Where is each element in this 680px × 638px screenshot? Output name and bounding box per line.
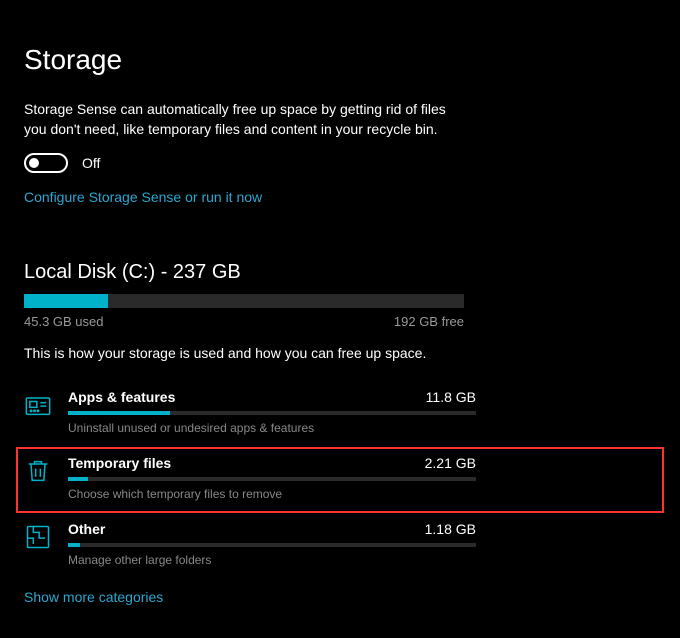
category-bar-fill [68, 543, 80, 547]
category-top-row: Apps & features 11.8 GB [68, 389, 476, 405]
category-other[interactable]: Other 1.18 GB Manage other large folders [24, 513, 656, 579]
local-disk-header: Local Disk (C:) - 237 GB [24, 261, 656, 284]
toggle-knob [29, 158, 39, 168]
category-bar [68, 543, 476, 547]
toggle-state-label: Off [82, 155, 100, 171]
category-bar-fill [68, 477, 88, 481]
category-size: 2.21 GB [425, 455, 476, 471]
category-bar-fill [68, 411, 170, 415]
other-icon [24, 523, 52, 551]
temp-icon [24, 457, 52, 485]
category-bar [68, 411, 476, 415]
category-top-row: Other 1.18 GB [68, 521, 476, 537]
storage-sense-toggle-row: Off [24, 153, 656, 173]
category-body: Other 1.18 GB Manage other large folders [68, 521, 476, 567]
disk-usage-labels: 45.3 GB used 192 GB free [24, 314, 464, 329]
category-bar [68, 477, 476, 481]
storage-sense-toggle[interactable] [24, 153, 68, 173]
apps-icon [24, 391, 52, 419]
category-name: Apps & features [68, 389, 175, 405]
category-hint: Uninstall unused or undesired apps & fea… [68, 421, 476, 435]
page-title: Storage [24, 44, 656, 76]
category-name: Other [68, 521, 105, 537]
category-hint: Choose which temporary files to remove [68, 487, 476, 501]
show-more-categories-link[interactable]: Show more categories [24, 589, 163, 605]
disk-usage-bar [24, 294, 464, 308]
configure-storage-sense-link[interactable]: Configure Storage Sense or run it now [24, 189, 262, 205]
category-name: Temporary files [68, 455, 171, 471]
category-apps[interactable]: Apps & features 11.8 GB Uninstall unused o… [24, 381, 656, 447]
disk-usage-bar-fill [24, 294, 108, 308]
category-body: Temporary files 2.21 GB Choose which tempo… [68, 455, 476, 501]
category-temp[interactable]: Temporary files 2.21 GB Choose which tempo… [16, 447, 664, 513]
category-size: 1.18 GB [425, 521, 476, 537]
category-size: 11.8 GB [426, 389, 476, 405]
usage-subtext: This is how your storage is used and how… [24, 345, 656, 361]
disk-used-label: 45.3 GB used [24, 314, 104, 329]
category-top-row: Temporary files 2.21 GB [68, 455, 476, 471]
category-body: Apps & features 11.8 GB Uninstall unused o… [68, 389, 476, 435]
disk-free-label: 192 GB free [394, 314, 464, 329]
storage-sense-description: Storage Sense can automatically free up … [24, 100, 464, 139]
category-hint: Manage other large folders [68, 553, 476, 567]
